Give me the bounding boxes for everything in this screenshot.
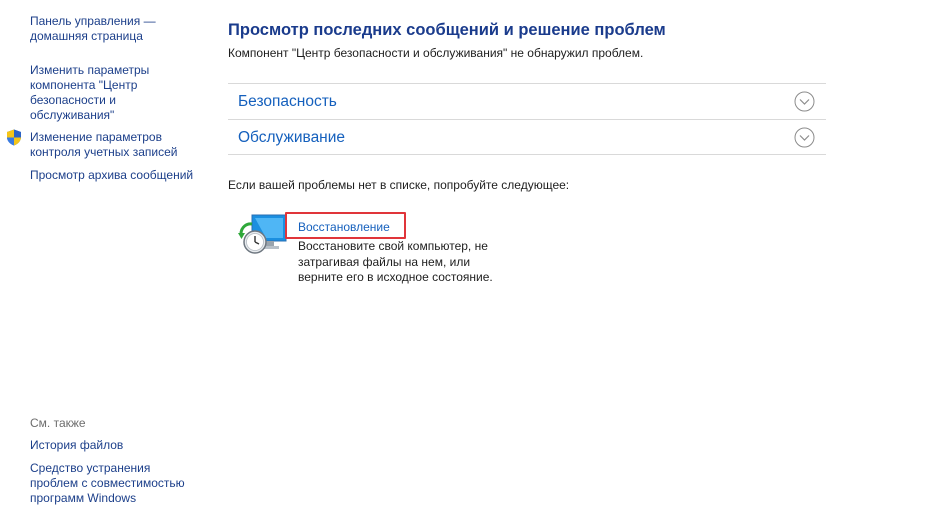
sidebar-link-change-security-maintenance-settings[interactable]: Изменить параметры компонента "Центр без… <box>30 63 200 123</box>
section-security-label: Безопасность <box>238 93 337 110</box>
status-message: Компонент "Центр безопасности и обслужив… <box>228 46 644 60</box>
uac-shield-icon <box>7 129 21 146</box>
suggestion-prompt: Если вашей проблемы нет в списке, попроб… <box>228 178 570 192</box>
sidebar-link-message-archive[interactable]: Просмотр архива сообщений <box>30 168 200 183</box>
chevron-down-icon[interactable] <box>794 127 815 148</box>
see-also-link-file-history[interactable]: История файлов <box>30 438 200 453</box>
section-security[interactable]: Безопасность <box>228 83 826 119</box>
main-content: Просмотр последних сообщений и решение п… <box>228 0 928 526</box>
recovery-link[interactable]: Восстановление <box>298 220 390 235</box>
chevron-down-icon[interactable] <box>794 91 815 112</box>
section-maintenance-label: Обслуживание <box>238 129 346 146</box>
see-also-heading: См. также <box>30 416 86 430</box>
control-panel-window: Панель управления — домашняя страница Из… <box>0 0 935 526</box>
section-maintenance[interactable]: Обслуживание <box>228 119 826 155</box>
sidebar-link-uac-settings[interactable]: Изменение параметров контроля учетных за… <box>30 130 200 160</box>
left-navigation-pane: Панель управления — домашняя страница Из… <box>0 0 205 526</box>
recovery-description: Восстановите свой компьютер, не затрагив… <box>298 239 493 284</box>
page-title: Просмотр последних сообщений и решение п… <box>228 21 666 39</box>
recovery-icon <box>238 214 287 254</box>
see-also-link-compatibility-troubleshooter[interactable]: Средство устранения проблем с совместимо… <box>30 461 200 506</box>
sidebar-link-control-panel-home[interactable]: Панель управления — домашняя страница <box>30 14 200 44</box>
